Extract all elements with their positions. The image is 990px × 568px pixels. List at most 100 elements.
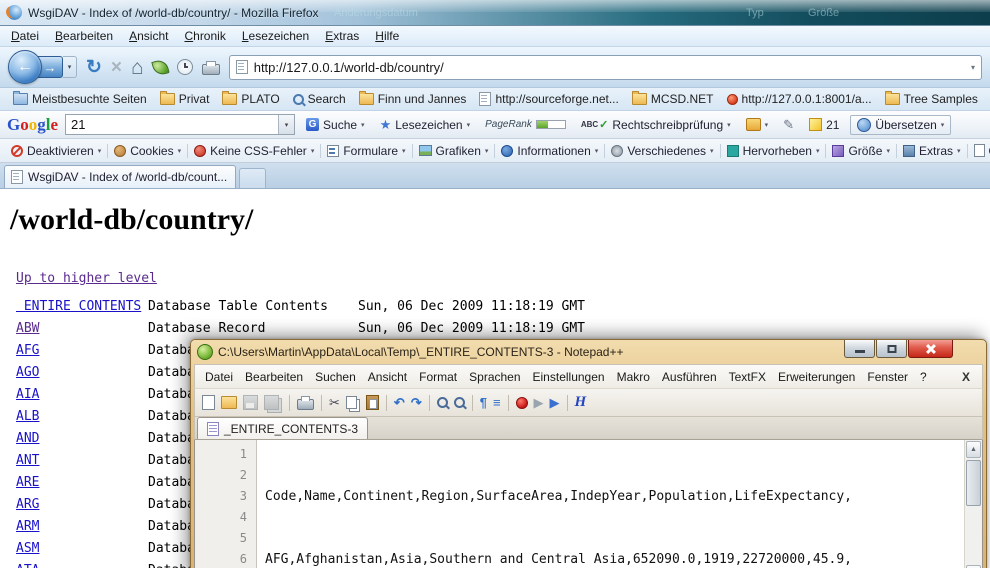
play-macro-icon[interactable]: ▶ [534, 396, 544, 409]
highlight-button[interactable]: 21 [805, 116, 843, 134]
maximize-button[interactable] [876, 340, 907, 358]
replace-icon[interactable] [454, 397, 465, 408]
bookmark-most-visited[interactable]: Meistbesuchte Seiten [8, 90, 152, 108]
back-button[interactable]: ← [8, 50, 42, 84]
entry-link[interactable]: ASM [16, 541, 39, 556]
cut-icon[interactable]: ✂ [329, 396, 340, 409]
npp-menu-datei[interactable]: Datei [199, 368, 239, 386]
notepad-editor[interactable]: 1 2 3 4 5 6 Code,Name,Continent,Region,S… [194, 440, 983, 568]
editor-text-area[interactable]: Code,Name,Continent,Region,SurfaceArea,I… [257, 440, 964, 568]
reload-button[interactable]: ↻ [86, 58, 102, 77]
paste-icon[interactable] [366, 395, 379, 410]
pagerank-widget[interactable]: PageRank [481, 117, 570, 132]
npp-menu-textfx[interactable]: TextFX [723, 368, 772, 386]
webdev-groesse[interactable]: Größe▾ [827, 142, 895, 160]
npp-menu-ausfuehren[interactable]: Ausführen [656, 368, 723, 386]
webdev-hervorheben[interactable]: Hervorheben▾ [722, 142, 825, 160]
translate-button[interactable]: Übersetzen ▾ [850, 115, 951, 135]
webdev-formulare[interactable]: Formulare▾ [322, 142, 410, 160]
record-macro-icon[interactable] [516, 397, 528, 409]
bookmark-plato[interactable]: PLATO [217, 90, 284, 108]
bookmark-privat[interactable]: Privat [155, 90, 215, 108]
view-html-icon[interactable]: H [575, 394, 587, 411]
entry-link[interactable]: ARE [16, 475, 39, 490]
scrollbar-track[interactable] [965, 507, 982, 564]
vertical-scrollbar[interactable]: ▲ ▼ [964, 440, 982, 568]
word-wrap-icon[interactable]: ≡ [493, 396, 501, 409]
menu-bearbeiten[interactable]: Bearbeiten [48, 27, 120, 45]
entry-link[interactable]: ABW [16, 321, 39, 336]
google-extra-button[interactable]: ▾ [742, 116, 773, 133]
bookmark-finn-und-jannes[interactable]: Finn und Jannes [354, 90, 472, 108]
autofill-button[interactable]: ✎ [779, 115, 798, 135]
menu-hilfe[interactable]: Hilfe [368, 27, 406, 45]
minimize-button[interactable] [844, 340, 875, 358]
run-macro-icon[interactable]: ▶ [550, 396, 560, 409]
url-bar[interactable]: http://127.0.0.1/world-db/country/ ▾ [229, 55, 982, 80]
menu-chronik[interactable]: Chronik [177, 27, 232, 45]
scrollbar-thumb[interactable] [966, 460, 981, 506]
home-button[interactable]: ⌂ [131, 57, 144, 78]
entry-link[interactable]: AIA [16, 387, 39, 402]
chevron-down-icon[interactable]: ▾ [278, 115, 294, 134]
menu-ansicht[interactable]: Ansicht [122, 27, 175, 45]
bookmark-mcsd[interactable]: MCSD.NET [627, 90, 719, 108]
npp-menu-format[interactable]: Format [413, 368, 463, 386]
webdev-extras[interactable]: Extras▾ [898, 142, 966, 160]
entry-link[interactable]: AFG [16, 343, 39, 358]
url-text[interactable]: http://127.0.0.1/world-db/country/ [254, 60, 965, 75]
history-clock-icon[interactable] [177, 59, 193, 75]
npp-menu-makro[interactable]: Makro [611, 368, 656, 386]
copy-icon[interactable] [346, 396, 357, 409]
up-to-higher-level-link[interactable]: Up to higher level [16, 271, 157, 286]
bookmark-tree-samples[interactable]: Tree Samples [880, 90, 983, 108]
stop-button[interactable]: × [111, 58, 122, 77]
entry-link[interactable]: ANT [16, 453, 39, 468]
notepad-titlebar[interactable]: C:\Users\Martin\AppData\Local\Temp\_ENTI… [194, 340, 983, 364]
undo-icon[interactable]: ↶ [394, 396, 405, 409]
new-file-icon[interactable] [202, 395, 215, 410]
entry-link[interactable]: AND [16, 431, 39, 446]
npp-close-doc-button[interactable]: X [954, 368, 978, 386]
menu-lesezeichen[interactable]: Lesezeichen [235, 27, 316, 45]
webdev-deaktivieren[interactable]: Deaktivieren▾ [6, 142, 106, 160]
entry-link[interactable]: ALB [16, 409, 39, 424]
google-search-value[interactable]: 21 [66, 117, 278, 132]
save-all-icon[interactable] [264, 395, 279, 410]
npp-menu-suchen[interactable]: Suchen [309, 368, 362, 386]
npp-menu-sprachen[interactable]: Sprachen [463, 368, 526, 386]
npp-menu-ansicht[interactable]: Ansicht [362, 368, 413, 386]
google-search-input[interactable]: 21 ▾ [65, 114, 295, 135]
open-file-icon[interactable] [221, 396, 237, 409]
extension-leaf-icon[interactable] [151, 58, 169, 76]
npp-tab-entire-contents[interactable]: _ENTIRE_CONTENTS-3 [197, 417, 368, 439]
entry-link[interactable]: ATA [16, 563, 39, 568]
npp-menu-help[interactable]: ? [914, 368, 933, 386]
entry-link[interactable]: ARG [16, 497, 39, 512]
webdev-grafiken[interactable]: Grafiken▾ [414, 142, 494, 160]
google-search-button[interactable]: G Suche ▾ [302, 116, 369, 134]
npp-menu-einstellungen[interactable]: Einstellungen [527, 368, 611, 386]
bookmark-sourceforge[interactable]: http://sourceforge.net... [474, 90, 623, 108]
print-icon[interactable] [297, 399, 314, 410]
bookmark-search[interactable]: Search [288, 90, 351, 108]
redo-icon[interactable]: ↷ [411, 396, 422, 409]
save-icon[interactable] [243, 395, 258, 410]
webdev-cookies[interactable]: Cookies▾ [109, 142, 186, 160]
npp-menu-erweiterungen[interactable]: Erweiterungen [772, 368, 861, 386]
notepad-window[interactable]: C:\Users\Martin\AppData\Local\Temp\_ENTI… [190, 339, 987, 568]
menu-extras[interactable]: Extras [318, 27, 366, 45]
entry-link[interactable]: ENTIRE CONTENTS [16, 299, 141, 314]
webdev-verschiedenes[interactable]: Verschiedenes▾ [606, 142, 718, 160]
url-dropdown-icon[interactable]: ▾ [971, 63, 975, 72]
npp-menu-bearbeiten[interactable]: Bearbeiten [239, 368, 309, 386]
find-icon[interactable] [437, 397, 448, 408]
menu-datei[interactable]: Datei [4, 27, 46, 45]
history-dropdown-button[interactable]: ▾ [63, 56, 77, 78]
show-symbols-icon[interactable]: ¶ [480, 396, 487, 409]
spellcheck-button[interactable]: ABC ✓ Rechtschreibprüfung ▾ [577, 116, 735, 134]
webdev-informationen[interactable]: Informationen▾ [496, 142, 603, 160]
firefox-titlebar[interactable]: WsgiDAV - Index of /world-db/country/ - … [0, 0, 990, 26]
webdev-quelltext[interactable]: Quelltext▾ [969, 142, 990, 160]
scroll-up-arrow[interactable]: ▲ [966, 441, 981, 458]
